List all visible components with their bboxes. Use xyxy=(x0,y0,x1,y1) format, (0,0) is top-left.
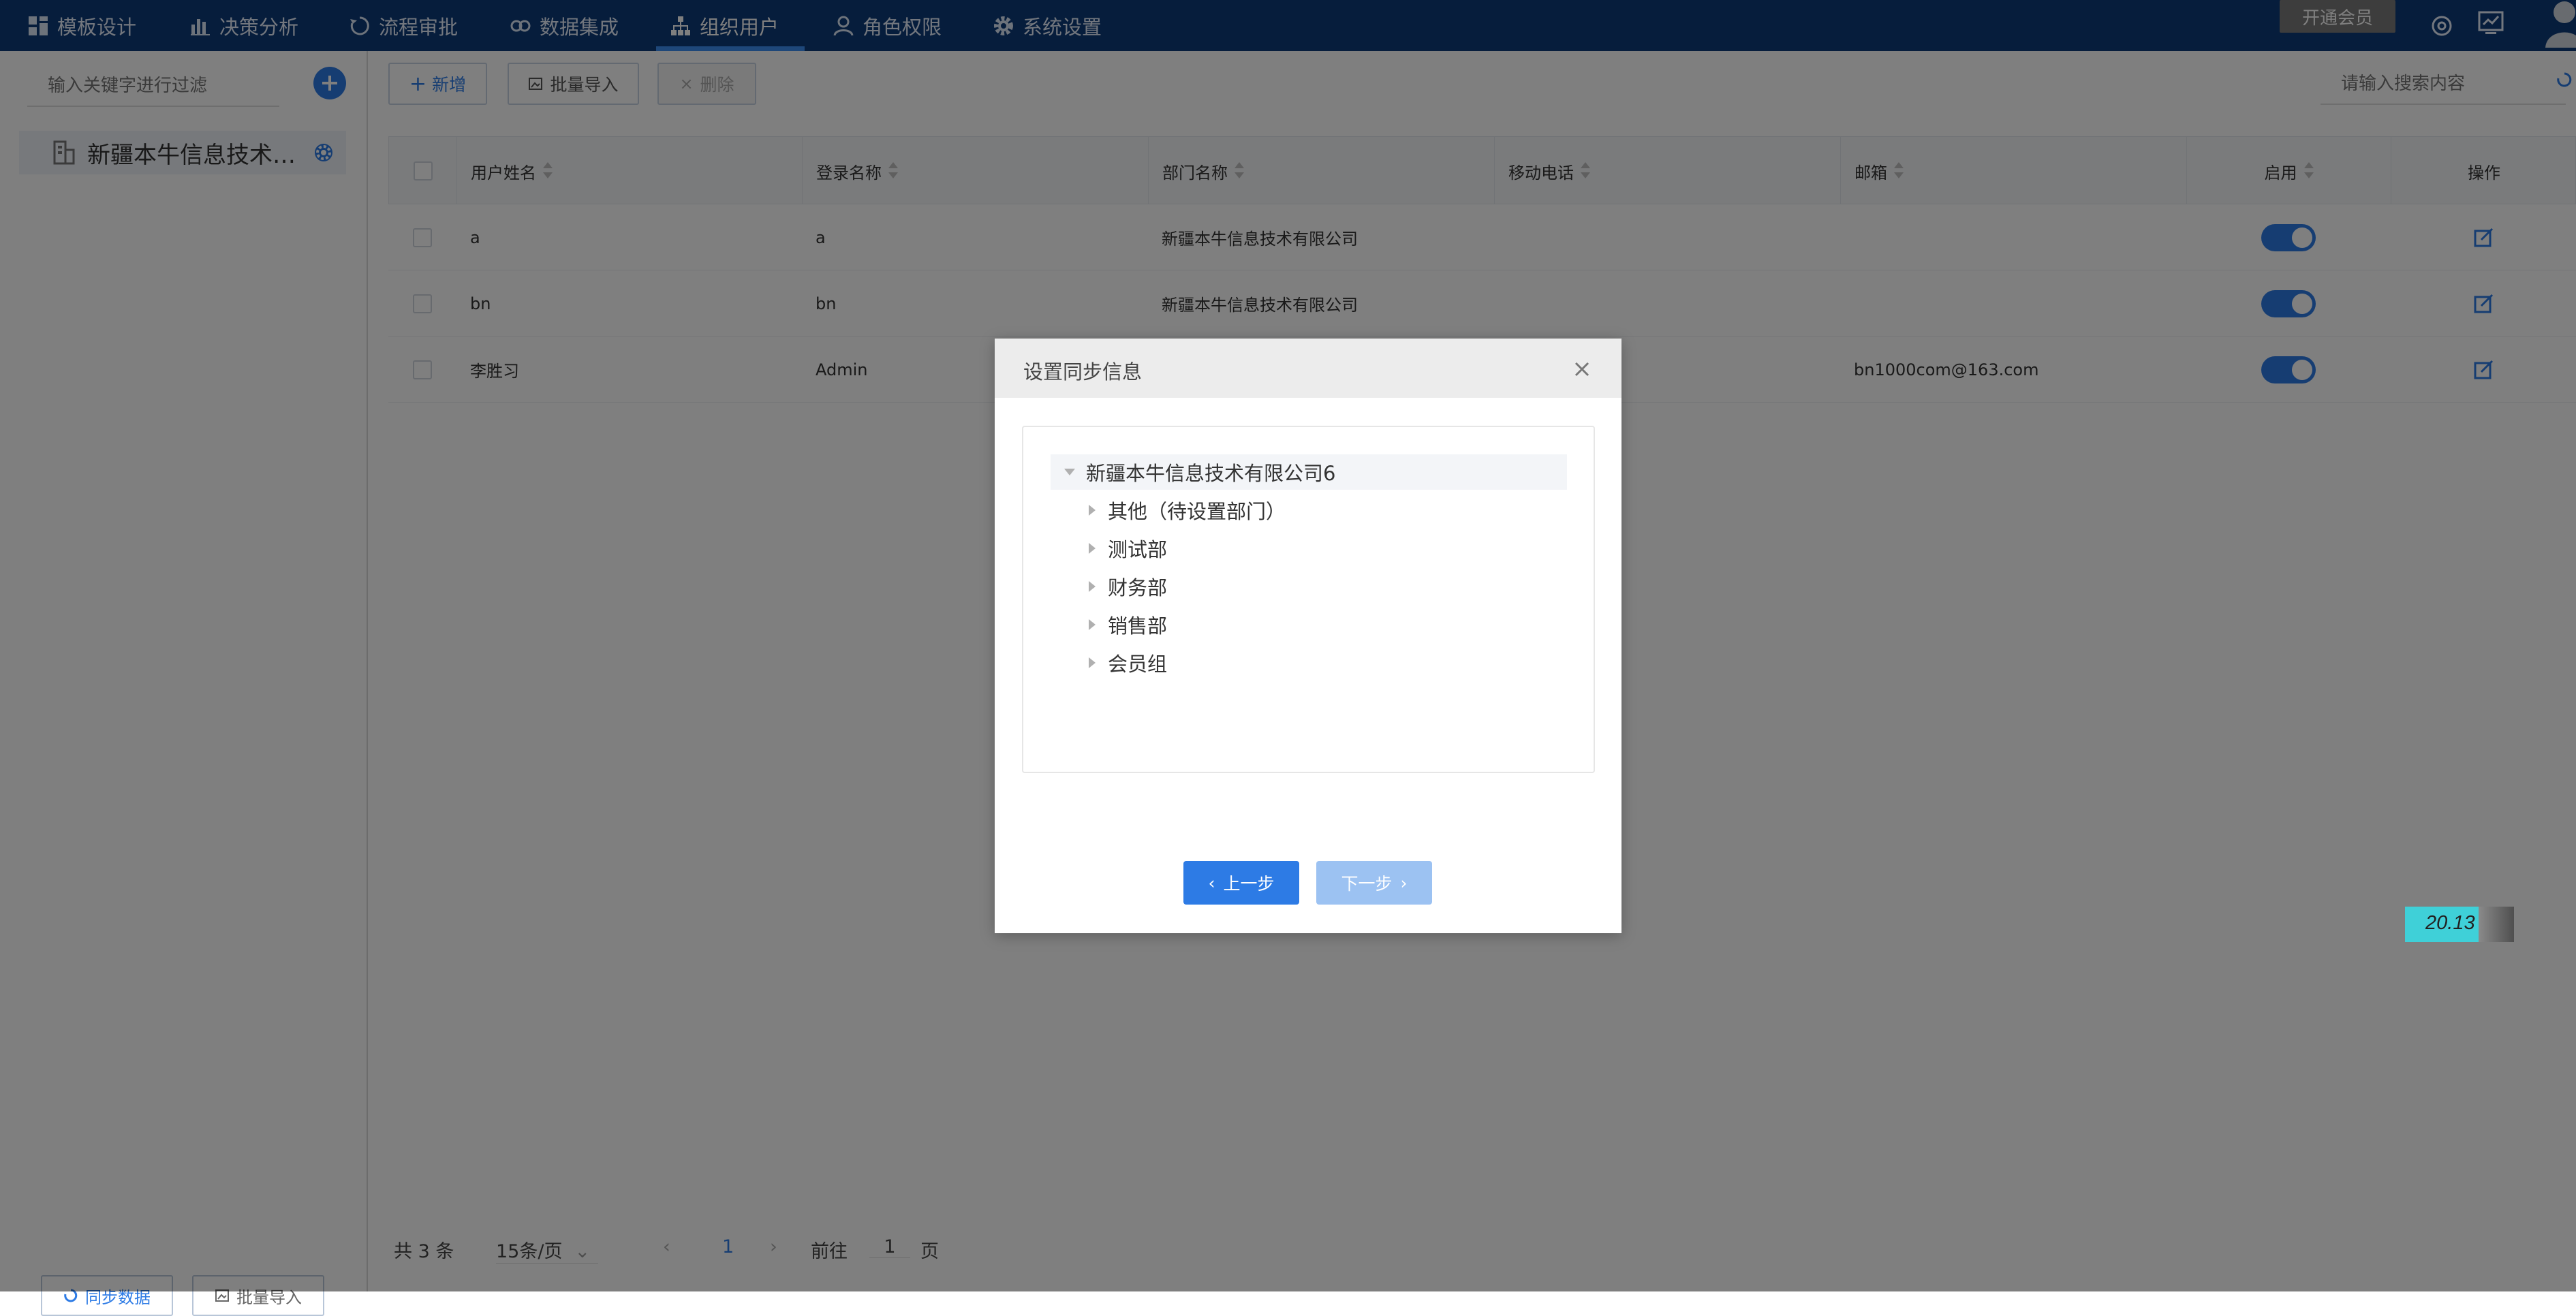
sync-settings-dialog: 设置同步信息 新疆本牛信息技术有限公司6 其他（待设置部门） 测试部 财务部 销… xyxy=(995,339,1621,933)
caret-right-icon[interactable] xyxy=(1089,543,1096,554)
tree-node-label: 销售部 xyxy=(1108,614,1168,638)
tree-node-finance-dept[interactable]: 财务部 xyxy=(1089,569,1167,604)
tree-node-test-dept[interactable]: 测试部 xyxy=(1089,531,1167,566)
chevron-right-icon: › xyxy=(1400,873,1408,893)
next-step-button[interactable]: 下一步 › xyxy=(1316,861,1432,905)
caret-right-icon[interactable] xyxy=(1089,581,1096,592)
dialog-title: 设置同步信息 xyxy=(1023,360,1143,383)
badge-value: 20.13 xyxy=(2425,912,2475,934)
caret-down-icon[interactable] xyxy=(1064,469,1075,475)
tree-node-root[interactable]: 新疆本牛信息技术有限公司6 xyxy=(1051,454,1567,490)
caret-right-icon[interactable] xyxy=(1089,657,1096,668)
tree-node-label: 其他（待设置部门） xyxy=(1108,500,1286,523)
prev-step-button[interactable]: ‹ 上一步 xyxy=(1183,861,1299,905)
tree-node-label: 测试部 xyxy=(1108,538,1168,561)
next-step-label: 下一步 xyxy=(1341,874,1393,894)
tree-node-member-group[interactable]: 会员组 xyxy=(1089,645,1167,680)
tree-node-other[interactable]: 其他（待设置部门） xyxy=(1089,492,1286,528)
badge-grip xyxy=(2479,907,2514,942)
tree-node-sales-dept[interactable]: 销售部 xyxy=(1089,607,1167,642)
caret-right-icon[interactable] xyxy=(1089,619,1096,630)
fps-badge: 20.13 xyxy=(2405,907,2514,942)
prev-step-label: 上一步 xyxy=(1223,874,1275,894)
tree-node-label: 会员组 xyxy=(1108,653,1168,676)
caret-right-icon[interactable] xyxy=(1089,505,1096,516)
chevron-left-icon: ‹ xyxy=(1208,873,1215,893)
department-tree: 新疆本牛信息技术有限公司6 其他（待设置部门） 测试部 财务部 销售部 会员组 xyxy=(1022,426,1595,773)
tree-node-label: 新疆本牛信息技术有限公司6 xyxy=(1086,462,1336,485)
close-icon[interactable] xyxy=(1572,359,1592,379)
tree-node-label: 财务部 xyxy=(1108,576,1168,599)
dialog-header: 设置同步信息 xyxy=(995,339,1621,398)
